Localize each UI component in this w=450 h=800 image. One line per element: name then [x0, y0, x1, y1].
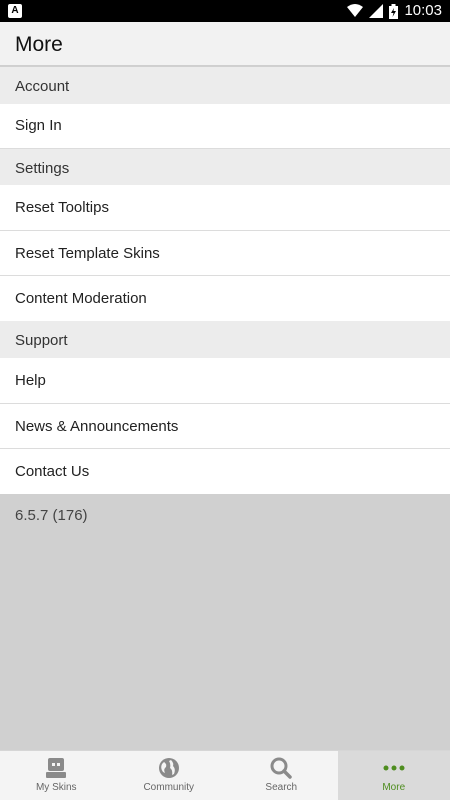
app-bar: More — [0, 22, 450, 66]
reset-template-skins-item[interactable]: Reset Template Skins — [0, 231, 450, 276]
tab-label-more: More — [382, 782, 406, 793]
tab-search[interactable]: Search — [225, 751, 338, 800]
skin-icon — [46, 758, 67, 778]
status-bar: A 10:03 — [0, 0, 450, 22]
notification-app-icon: A — [8, 4, 22, 18]
page-title: More — [15, 33, 63, 56]
contact-us-item[interactable]: Contact Us — [0, 449, 450, 494]
news-announcements-item[interactable]: News & Announcements — [0, 404, 450, 449]
tab-more[interactable]: More — [337, 751, 450, 800]
help-item[interactable]: Help — [0, 358, 450, 404]
battery-icon — [389, 3, 399, 19]
wifi-icon — [347, 4, 364, 17]
section-header-account: Account — [0, 67, 450, 104]
bottom-tab-bar: My Skins Community Search More — [0, 750, 450, 800]
content-moderation-item[interactable]: Content Moderation — [0, 276, 450, 321]
reset-tooltips-item[interactable]: Reset Tooltips — [0, 185, 450, 231]
tab-label-search: Search — [265, 782, 298, 793]
globe-icon — [158, 758, 179, 778]
section-header-support: Support — [0, 321, 450, 358]
signal-icon — [369, 4, 384, 18]
more-dots-icon — [383, 765, 405, 771]
tab-label-my-skins: My Skins — [35, 782, 77, 793]
tab-my-skins[interactable]: My Skins — [0, 751, 113, 800]
section-header-settings: Settings — [0, 149, 450, 185]
tab-label-community: Community — [143, 782, 195, 793]
tab-community[interactable]: Community — [113, 751, 226, 800]
search-icon — [270, 757, 292, 779]
sign-in-item[interactable]: Sign In — [0, 104, 450, 149]
app-version: 6.5.7 (176) — [15, 507, 88, 524]
status-time: 10:03 — [404, 2, 442, 19]
